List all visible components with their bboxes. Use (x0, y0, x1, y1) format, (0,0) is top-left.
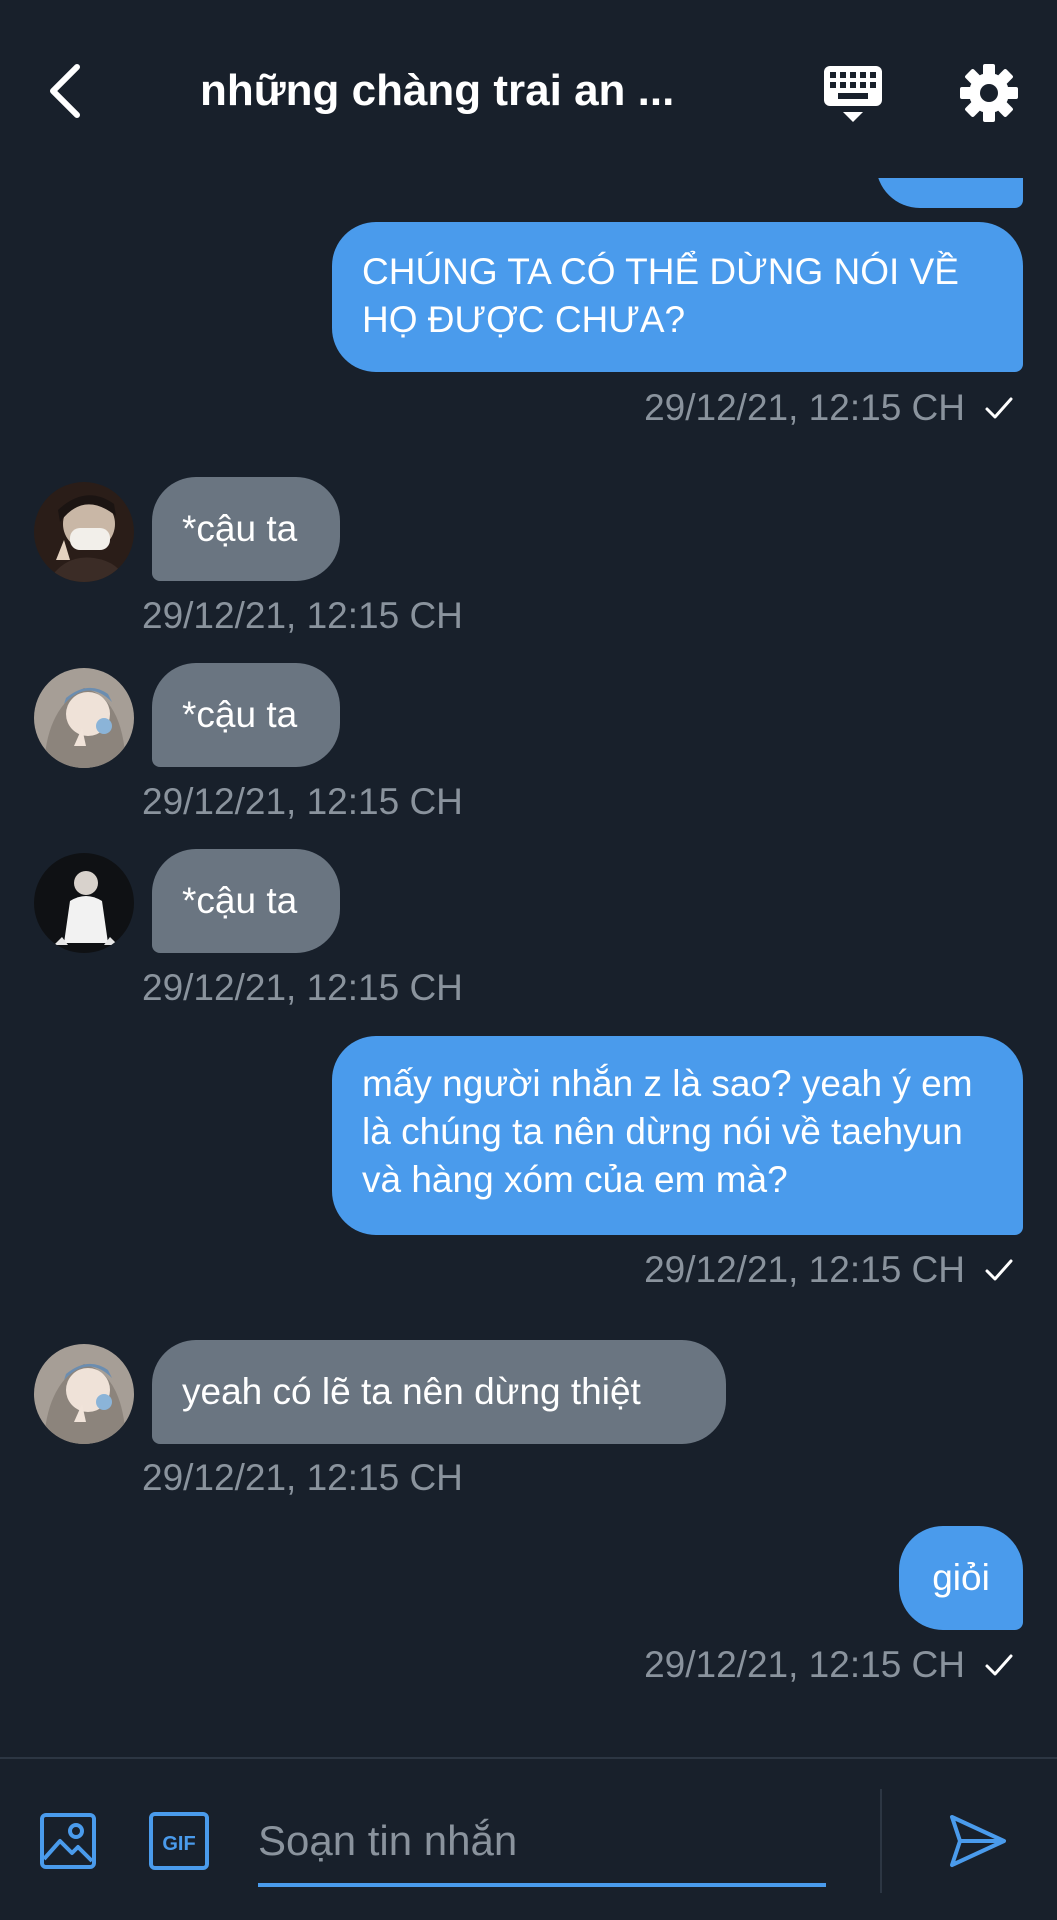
message-text: giỏi (932, 1557, 990, 1598)
message-timestamp: 29/12/21, 12:15 CH (644, 1248, 1015, 1292)
conversation-title[interactable]: những chàng trai an ... (200, 64, 720, 118)
check-icon (985, 1654, 1013, 1676)
avatar-image (34, 668, 134, 768)
avatar-image (34, 853, 134, 953)
avatar-image (34, 1344, 134, 1444)
compose-message-input[interactable] (258, 1799, 826, 1887)
message-timestamp: 29/12/21, 12:15 CH (142, 1457, 463, 1498)
message-bubble-incoming[interactable]: yeah có lẽ ta nên dừng thiệt (152, 1340, 726, 1444)
message-text: mấy người nhắn z là sao? yeah ý em là ch… (362, 1063, 973, 1200)
message-bubble-outgoing[interactable]: giỏi (899, 1526, 1023, 1630)
gear-icon (960, 64, 1018, 122)
timestamp-text: 29/12/21, 12:15 CH (644, 1249, 965, 1290)
composer-divider (880, 1789, 882, 1893)
message-bubble-incoming[interactable]: *cậu ta (152, 663, 340, 767)
chevron-left-icon (50, 64, 80, 118)
timestamp-text: 29/12/21, 12:15 CH (644, 1644, 965, 1685)
message-text: yeah có lẽ ta nên dừng thiệt (182, 1371, 641, 1412)
message-text: *cậu ta (182, 508, 298, 549)
avatar[interactable] (34, 853, 134, 953)
image-icon (40, 1813, 96, 1869)
message-bubble-incoming[interactable]: *cậu ta (152, 477, 340, 581)
send-icon (950, 1815, 1006, 1867)
message-text: *cậu ta (182, 694, 298, 735)
check-icon (985, 1259, 1013, 1281)
avatar[interactable] (34, 668, 134, 768)
message-timestamp: 29/12/21, 12:15 CH (142, 595, 463, 636)
message-timestamp: 29/12/21, 12:15 CH (142, 781, 463, 822)
message-list[interactable]: okay CHÚNG TA CÓ THỂ DỪNG NÓI VỀ HỌ ĐƯỢC… (0, 0, 1057, 1757)
message-text: CHÚNG TA CÓ THỂ DỪNG NÓI VỀ HỌ ĐƯỢC CHƯA… (362, 251, 959, 340)
message-bubble-incoming[interactable]: *cậu ta (152, 849, 340, 953)
message-text: *cậu ta (182, 880, 298, 921)
timestamp-text: 29/12/21, 12:15 CH (644, 387, 965, 428)
attach-image-button[interactable] (38, 1811, 98, 1871)
message-bubble-outgoing[interactable]: mấy người nhắn z là sao? yeah ý em là ch… (332, 1036, 1023, 1235)
message-bubble-outgoing[interactable]: CHÚNG TA CÓ THỂ DỪNG NÓI VỀ HỌ ĐƯỢC CHƯA… (332, 222, 1023, 372)
avatar[interactable] (34, 482, 134, 582)
message-timestamp: 29/12/21, 12:15 CH (644, 386, 1015, 430)
avatar-image (34, 482, 134, 582)
back-button[interactable] (38, 58, 92, 124)
keyboard-button[interactable] (820, 60, 886, 126)
message-composer: GIF (0, 1757, 1057, 1920)
avatar[interactable] (34, 1344, 134, 1444)
message-timestamp: 29/12/21, 12:15 CH (142, 967, 463, 1008)
keyboard-icon (824, 66, 882, 122)
gif-icon: GIF (149, 1812, 209, 1870)
attach-gif-button[interactable]: GIF (148, 1811, 210, 1871)
settings-button[interactable] (958, 62, 1020, 124)
check-icon (985, 397, 1013, 419)
message-timestamp: 29/12/21, 12:15 CH (644, 1643, 1015, 1687)
send-button[interactable] (946, 1809, 1010, 1873)
chat-header: những chàng trai an ... (0, 0, 1057, 178)
gif-label: GIF (162, 1833, 195, 1855)
